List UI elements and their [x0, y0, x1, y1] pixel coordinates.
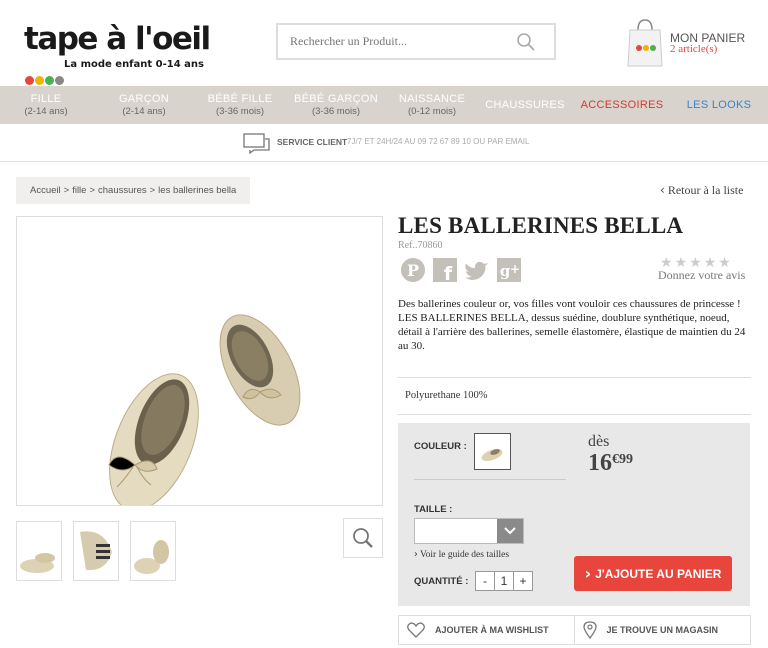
- thumbnail-2[interactable]: [73, 521, 119, 581]
- logo[interactable]: tape à l'oeil La mode enfant 0-14 ans: [24, 21, 214, 85]
- svg-text:+: +: [510, 262, 520, 276]
- cart[interactable]: MON PANIER 2 article(s): [622, 18, 762, 70]
- chevron-down-icon[interactable]: [497, 519, 523, 543]
- breadcrumb-fille[interactable]: fille: [72, 177, 86, 204]
- service-title: SERVICE CLIENT: [277, 137, 348, 147]
- product-description: Des ballerines couleur or, vos filles vo…: [398, 297, 750, 353]
- give-review-link[interactable]: Donnez votre avis: [658, 268, 745, 283]
- nav-item-garcon[interactable]: GARÇON (2-14 ans): [92, 86, 196, 124]
- google-plus-icon[interactable]: g +: [496, 257, 522, 283]
- main-nav: FILLE (2-14 ans) GARÇON (2-14 ans) BÉBÉ FI…: [0, 86, 768, 124]
- facebook-icon[interactable]: f: [432, 257, 458, 283]
- nav-item-bebe-fille[interactable]: BÉBÉ FILLE (3-36 mois): [196, 86, 284, 124]
- purchase-panel: COULEUR : dès 16€99 TAILLE : › Voir le g…: [398, 423, 750, 606]
- divider: [414, 479, 566, 480]
- nav-item-chaussures[interactable]: CHAUSSURES: [476, 86, 574, 124]
- chat-icon: [243, 133, 270, 155]
- divider: [398, 414, 751, 415]
- service-text[interactable]: 7J/7 ET 24H/24 AU 09 72 67 89 10 OU PAR …: [347, 137, 529, 146]
- search-icon[interactable]: [516, 32, 536, 52]
- pinterest-icon[interactable]: P: [400, 257, 426, 283]
- qty-minus-button[interactable]: -: [475, 571, 495, 591]
- magnifier-icon: [353, 528, 373, 548]
- chevron-right-icon: ›: [414, 549, 418, 560]
- secondary-actions: AJOUTER À MA WISHLIST JE TROUVE UN MAGAS…: [398, 615, 751, 645]
- nav-item-accessoires[interactable]: ACCESSOIRES: [574, 86, 670, 124]
- breadcrumb: Accueil > fille > chaussures > les ballerin…: [16, 177, 251, 204]
- social-share: P f g +: [400, 257, 528, 283]
- nav-item-naissance[interactable]: NAISSANCE (0-12 mois): [388, 86, 476, 124]
- twitter-icon[interactable]: [464, 257, 490, 283]
- search-input[interactable]: [278, 25, 498, 58]
- divider: [398, 377, 751, 378]
- nav-item-fille[interactable]: FILLE (2-14 ans): [0, 86, 92, 124]
- thumbnail-list: [16, 521, 187, 581]
- price-from-label: dès: [588, 433, 610, 450]
- zoom-button[interactable]: [343, 518, 383, 558]
- quantity-stepper: - 1 +: [475, 571, 533, 591]
- chevron-right-icon: ›: [584, 564, 592, 583]
- breadcrumb-accueil[interactable]: Accueil: [30, 177, 61, 204]
- svg-text:P: P: [407, 261, 419, 280]
- store-locator-button[interactable]: JE TROUVE UN MAGASIN: [575, 616, 751, 644]
- ballerina-shoes-image: [108, 314, 301, 511]
- description-line-1: Des ballerines couleur or, vos filles vo…: [398, 298, 741, 310]
- product-ref: Ref..70860: [398, 240, 443, 251]
- size-guide-link[interactable]: › Voir le guide des tailles: [414, 549, 509, 560]
- back-to-list-link[interactable]: ‹ Retour à la liste: [660, 183, 743, 198]
- shopping-bag-icon: [627, 19, 663, 67]
- logo-text: tape à l'oeil: [24, 21, 211, 57]
- description-line-2: LES BALLERINES BELLA, dessus suédine, do…: [398, 312, 746, 352]
- location-pin-icon: [582, 621, 597, 639]
- size-label: TAILLE :: [414, 504, 453, 515]
- qty-plus-button[interactable]: +: [513, 571, 533, 591]
- search-box: [276, 23, 556, 60]
- service-bar: SERVICE CLIENT 7J/7 ET 24H/24 AU 09 72 6…: [0, 124, 768, 162]
- qty-value[interactable]: 1: [494, 571, 514, 591]
- color-swatch-gold[interactable]: [474, 433, 511, 470]
- chevron-left-icon: ‹: [660, 183, 665, 197]
- product-title: LES BALLERINES BELLA: [398, 213, 684, 238]
- thumbnail-3[interactable]: [130, 521, 176, 581]
- header: tape à l'oeil La mode enfant 0-14 ans MO…: [0, 0, 768, 86]
- wishlist-button[interactable]: AJOUTER À MA WISHLIST: [399, 616, 575, 644]
- svg-text:f: f: [444, 263, 453, 283]
- nav-item-bebe-garcon[interactable]: BÉBÉ GARÇON (3-36 mois): [284, 86, 388, 124]
- cart-count: 2 article(s): [670, 43, 718, 55]
- nav-item-les-looks[interactable]: LES LOOKS: [670, 86, 768, 124]
- product-composition: Polyurethane 100%: [405, 390, 488, 401]
- breadcrumb-current: les ballerines bella: [158, 185, 237, 196]
- color-label: COULEUR :: [414, 441, 467, 452]
- size-select[interactable]: [414, 518, 524, 544]
- thumbnail-1[interactable]: [16, 521, 62, 581]
- logo-tagline: La mode enfant 0-14 ans: [63, 59, 204, 70]
- product-main-image[interactable]: [16, 216, 383, 511]
- quantity-label: QUANTITÉ :: [414, 576, 469, 587]
- product-price: 16€99: [588, 450, 633, 476]
- breadcrumb-chaussures[interactable]: chaussures: [98, 177, 147, 204]
- add-to-cart-button[interactable]: › J'AJOUTE AU PANIER: [574, 556, 732, 591]
- heart-icon: [407, 622, 425, 638]
